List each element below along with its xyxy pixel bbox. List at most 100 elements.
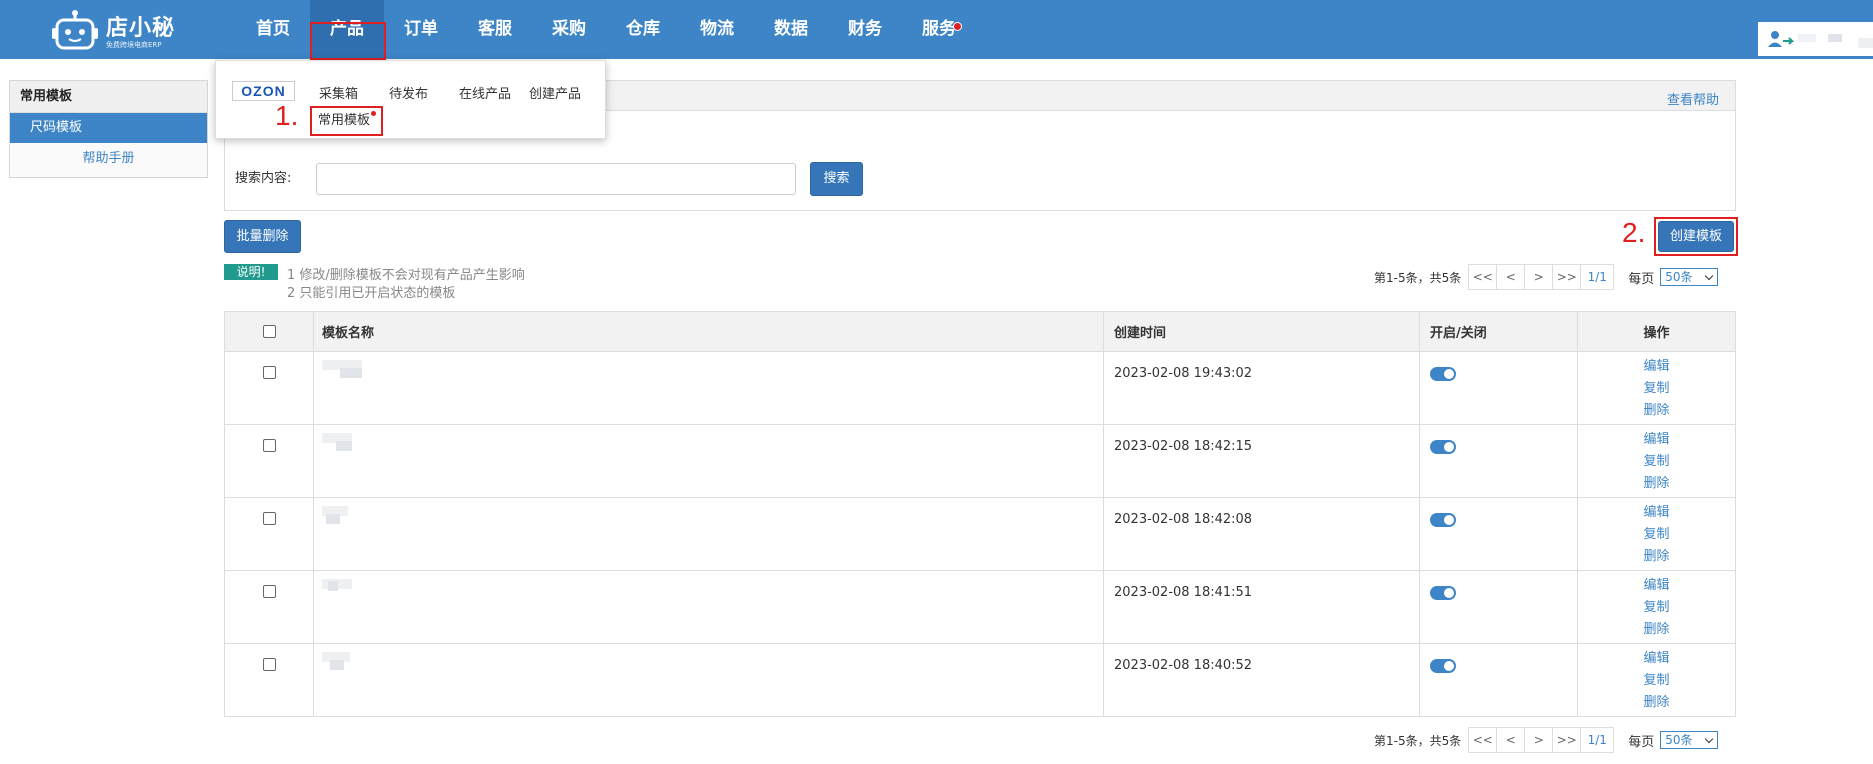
- table-row: 2023-02-08 18:42:08 编辑 复制 删除: [224, 497, 1736, 571]
- copy-link[interactable]: 复制: [1578, 524, 1735, 546]
- column-header-created: 创建时间: [1103, 311, 1420, 352]
- created-time: 2023-02-08 18:41:51: [1114, 585, 1253, 600]
- next-page-button[interactable]: >: [1524, 727, 1554, 753]
- step-marker-2: 2.: [1622, 217, 1646, 248]
- search-label: 搜索内容:: [235, 171, 292, 186]
- note-line-1: 1 修改/删除模板不会对现有产品产生影响: [287, 268, 525, 283]
- delete-link[interactable]: 删除: [1578, 400, 1735, 422]
- nav-finance[interactable]: 财务: [828, 0, 902, 59]
- per-page-select[interactable]: 50条: [1660, 731, 1719, 749]
- enable-toggle[interactable]: [1430, 367, 1456, 381]
- enable-toggle[interactable]: [1430, 659, 1456, 673]
- note-line-2: 2 只能引用已开启状态的模板: [287, 286, 456, 301]
- table-row: 2023-02-08 19:43:02 编辑 复制 删除: [224, 351, 1736, 425]
- nav-warehouse[interactable]: 仓库: [606, 0, 680, 59]
- last-page-button[interactable]: >>: [1552, 727, 1582, 753]
- nav-logistics[interactable]: 物流: [680, 0, 754, 59]
- top-navbar: 店小秘 免费跨境电商ERP 首页 产品 订单 客服 采购 仓库 物流 数据 财务…: [0, 0, 1873, 60]
- nav-data[interactable]: 数据: [754, 0, 828, 59]
- enable-toggle[interactable]: [1430, 513, 1456, 527]
- select-all-checkbox[interactable]: [262, 325, 276, 338]
- batch-delete-button[interactable]: 批量删除: [224, 220, 301, 253]
- enable-toggle[interactable]: [1430, 586, 1456, 600]
- prev-page-button[interactable]: <: [1496, 727, 1526, 753]
- row-checkbox[interactable]: [262, 366, 276, 379]
- sidebar-help-manual[interactable]: 帮助手册: [10, 143, 207, 175]
- pagination-bottom: 第1-5条，共5条 << < > >> 1/1 每页 50条: [1374, 727, 1719, 753]
- logo[interactable]: 店小秘 免费跨境电商ERP: [52, 6, 182, 52]
- copy-link[interactable]: 复制: [1578, 670, 1735, 692]
- current-page[interactable]: 1/1: [1580, 727, 1615, 753]
- edit-link[interactable]: 编辑: [1578, 648, 1735, 670]
- prev-page-button[interactable]: <: [1496, 264, 1526, 290]
- header-select-cell: [224, 311, 314, 352]
- delete-link[interactable]: 删除: [1578, 546, 1735, 568]
- main-nav: 首页 产品 订单 客服 采购 仓库 物流 数据 财务 服务: [236, 0, 976, 60]
- edit-link[interactable]: 编辑: [1578, 502, 1735, 524]
- delete-link[interactable]: 删除: [1578, 692, 1735, 714]
- delete-link[interactable]: 删除: [1578, 473, 1735, 495]
- row-checkbox[interactable]: [262, 512, 276, 525]
- nav-services[interactable]: 服务: [902, 0, 976, 59]
- edit-link[interactable]: 编辑: [1578, 429, 1735, 451]
- search-input[interactable]: [316, 163, 796, 195]
- pagination-summary: 第1-5条，共5条: [1374, 733, 1462, 748]
- nav-home[interactable]: 首页: [236, 0, 310, 59]
- menu-item-common-templates[interactable]: 常用模板: [310, 106, 383, 136]
- menu-item-create-product[interactable]: 创建产品: [529, 83, 581, 102]
- delete-link[interactable]: 删除: [1578, 619, 1735, 641]
- nav-products[interactable]: 产品: [310, 0, 386, 60]
- user-switch-icon[interactable]: [1768, 30, 1794, 48]
- nav-purchasing[interactable]: 采购: [532, 0, 606, 59]
- brand-name: 店小秘: [106, 16, 176, 41]
- created-time: 2023-02-08 19:43:02: [1114, 366, 1253, 381]
- enable-toggle[interactable]: [1430, 440, 1456, 454]
- per-page-label: 每页: [1628, 734, 1655, 750]
- sidebar-title: 常用模板: [10, 81, 207, 113]
- table-row: 2023-02-08 18:42:15 编辑 复制 删除: [224, 424, 1736, 498]
- table-row: 2023-02-08 18:40:52 编辑 复制 删除: [224, 643, 1736, 717]
- row-checkbox[interactable]: [262, 585, 276, 598]
- nav-services-label: 服务: [922, 19, 956, 39]
- last-page-button[interactable]: >>: [1552, 264, 1582, 290]
- sidebar-item-size-template[interactable]: 尺码模板: [10, 113, 207, 143]
- nav-customer-service[interactable]: 客服: [458, 0, 532, 59]
- notification-dot: [953, 22, 962, 31]
- user-name-blurred: [1798, 34, 1816, 42]
- pagination-top: 第1-5条，共5条 << < > >> 1/1 每页 50条: [1374, 264, 1719, 290]
- view-help-link[interactable]: 查看帮助: [1667, 89, 1719, 108]
- next-page-button[interactable]: >: [1524, 264, 1554, 290]
- row-checkbox[interactable]: [262, 439, 276, 452]
- edit-link[interactable]: 编辑: [1578, 575, 1735, 597]
- menu-item-pending-publish[interactable]: 待发布: [389, 83, 428, 102]
- table-row: 2023-02-08 18:41:51 编辑 复制 删除: [224, 570, 1736, 644]
- step-marker-1: 1.: [275, 100, 299, 131]
- user-info-blurred: [1828, 34, 1842, 42]
- menu-item-common-templates-label: 常用模板: [318, 113, 371, 128]
- current-page[interactable]: 1/1: [1580, 264, 1615, 290]
- copy-link[interactable]: 复制: [1578, 597, 1735, 619]
- create-template-button[interactable]: 创建模板: [1658, 221, 1734, 252]
- menu-item-online-products[interactable]: 在线产品: [459, 83, 511, 102]
- robot-logo-icon: [52, 10, 98, 50]
- first-page-button[interactable]: <<: [1468, 264, 1498, 290]
- edit-link[interactable]: 编辑: [1578, 356, 1735, 378]
- ozon-platform-logo: OZON: [232, 81, 295, 101]
- nav-orders[interactable]: 订单: [384, 0, 458, 59]
- copy-link[interactable]: 复制: [1578, 378, 1735, 400]
- created-time: 2023-02-08 18:40:52: [1114, 658, 1253, 673]
- menu-item-collection-box[interactable]: 采集箱: [319, 83, 358, 102]
- products-dropdown-menu: OZON 采集箱 待发布 在线产品 创建产品 常用模板: [215, 60, 606, 139]
- column-header-toggle: 开启/关闭: [1419, 311, 1578, 352]
- pagination-summary: 第1-5条，共5条: [1374, 270, 1462, 285]
- per-page-select[interactable]: 50条: [1660, 268, 1719, 286]
- first-page-button[interactable]: <<: [1468, 727, 1498, 753]
- user-area: [1758, 22, 1873, 56]
- copy-link[interactable]: 复制: [1578, 451, 1735, 473]
- column-header-name: 模板名称: [313, 311, 1104, 352]
- table-header-row: 模板名称 创建时间 开启/关闭 操作: [224, 311, 1736, 352]
- row-checkbox[interactable]: [262, 658, 276, 671]
- brand-tagline: 免费跨境电商ERP: [106, 41, 162, 49]
- search-button[interactable]: 搜索: [810, 162, 863, 196]
- user-extra-blurred: [1858, 38, 1873, 48]
